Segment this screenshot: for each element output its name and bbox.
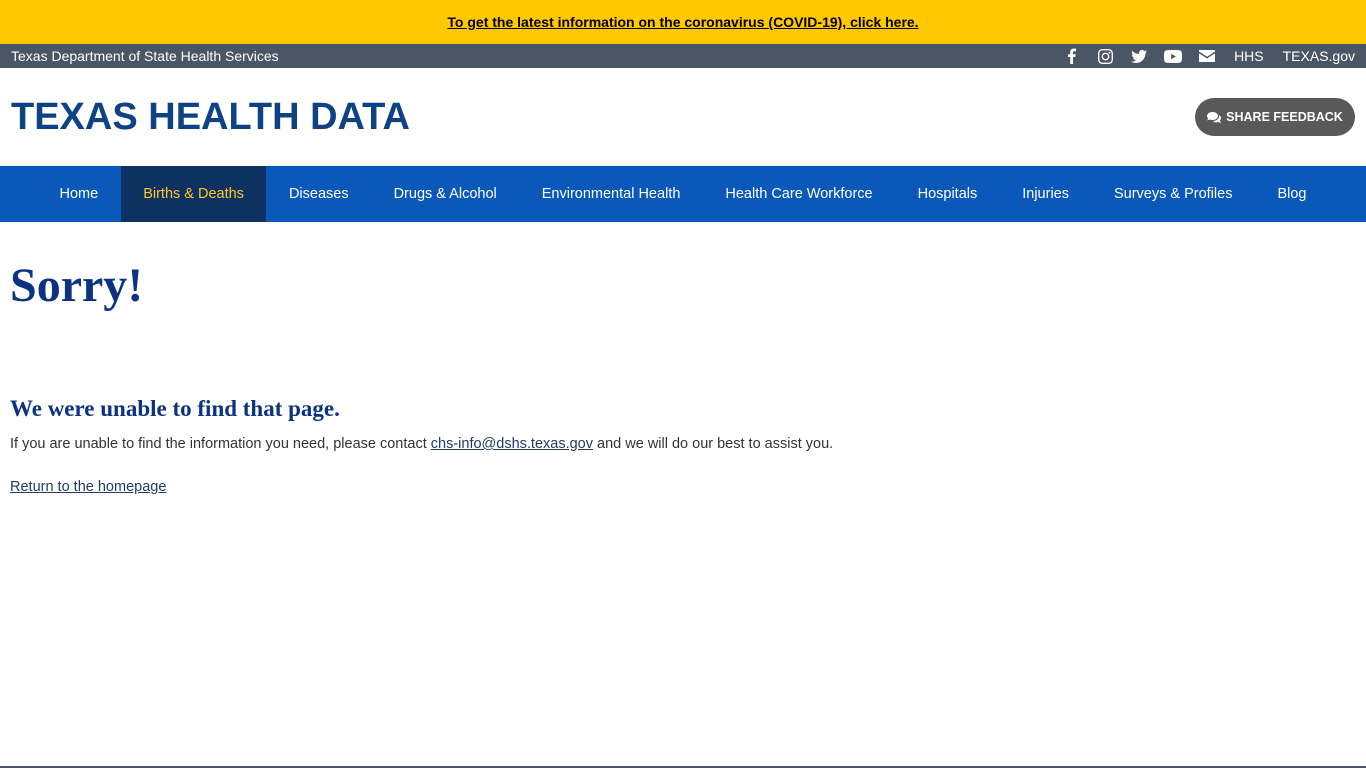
instagram-icon[interactable] bbox=[1088, 44, 1122, 68]
contact-email-link[interactable]: chs-info@dshs.texas.gov bbox=[431, 436, 593, 452]
agency-name[interactable]: Texas Department of State Health Service… bbox=[11, 48, 279, 64]
nav-item-environmental-health[interactable]: Environmental Health bbox=[519, 166, 703, 222]
nav-item-surveys-profiles[interactable]: Surveys & Profiles bbox=[1091, 166, 1254, 222]
agency-links: HHS TEXAS.gov bbox=[1054, 44, 1355, 68]
help-message-before: If you are unable to find the informatio… bbox=[10, 436, 431, 452]
email-icon[interactable] bbox=[1190, 44, 1224, 68]
site-title[interactable]: TEXAS HEALTH DATA bbox=[11, 96, 410, 139]
hhs-link[interactable]: HHS bbox=[1234, 48, 1264, 64]
covid-alert-link[interactable]: To get the latest information on the cor… bbox=[447, 14, 918, 30]
twitter-icon[interactable] bbox=[1122, 44, 1156, 68]
main-nav: Home Births & Deaths Diseases Drugs & Al… bbox=[0, 166, 1366, 222]
texas-gov-link[interactable]: TEXAS.gov bbox=[1283, 48, 1355, 64]
return-homepage-link[interactable]: Return to the homepage bbox=[10, 479, 166, 495]
comments-icon bbox=[1207, 111, 1222, 123]
nav-item-health-care-workforce[interactable]: Health Care Workforce bbox=[703, 166, 895, 222]
nav-item-injuries[interactable]: Injuries bbox=[1000, 166, 1092, 222]
nav-item-blog[interactable]: Blog bbox=[1255, 166, 1329, 222]
nav-item-drugs-alcohol[interactable]: Drugs & Alcohol bbox=[371, 166, 519, 222]
nav-item-hospitals[interactable]: Hospitals bbox=[895, 166, 1000, 222]
share-feedback-label: SHARE FEEDBACK bbox=[1226, 110, 1343, 124]
facebook-icon[interactable] bbox=[1054, 44, 1088, 68]
covid-alert-bar: To get the latest information on the cor… bbox=[0, 0, 1366, 44]
nav-item-diseases[interactable]: Diseases bbox=[266, 166, 371, 222]
page-subheading: We were unable to find that page. bbox=[10, 396, 340, 421]
site-header: TEXAS HEALTH DATA SHARE FEEDBACK bbox=[0, 68, 1366, 166]
nav-item-home[interactable]: Home bbox=[37, 166, 121, 222]
nav-item-births-deaths[interactable]: Births & Deaths bbox=[120, 166, 267, 222]
share-feedback-button[interactable]: SHARE FEEDBACK bbox=[1195, 98, 1355, 136]
agency-bar: Texas Department of State Health Service… bbox=[0, 44, 1366, 68]
youtube-icon[interactable] bbox=[1156, 44, 1190, 68]
help-message-after: and we will do our best to assist you. bbox=[593, 436, 834, 452]
page-title: Sorry! bbox=[10, 259, 144, 312]
help-message: If you are unable to find the informatio… bbox=[10, 436, 833, 452]
